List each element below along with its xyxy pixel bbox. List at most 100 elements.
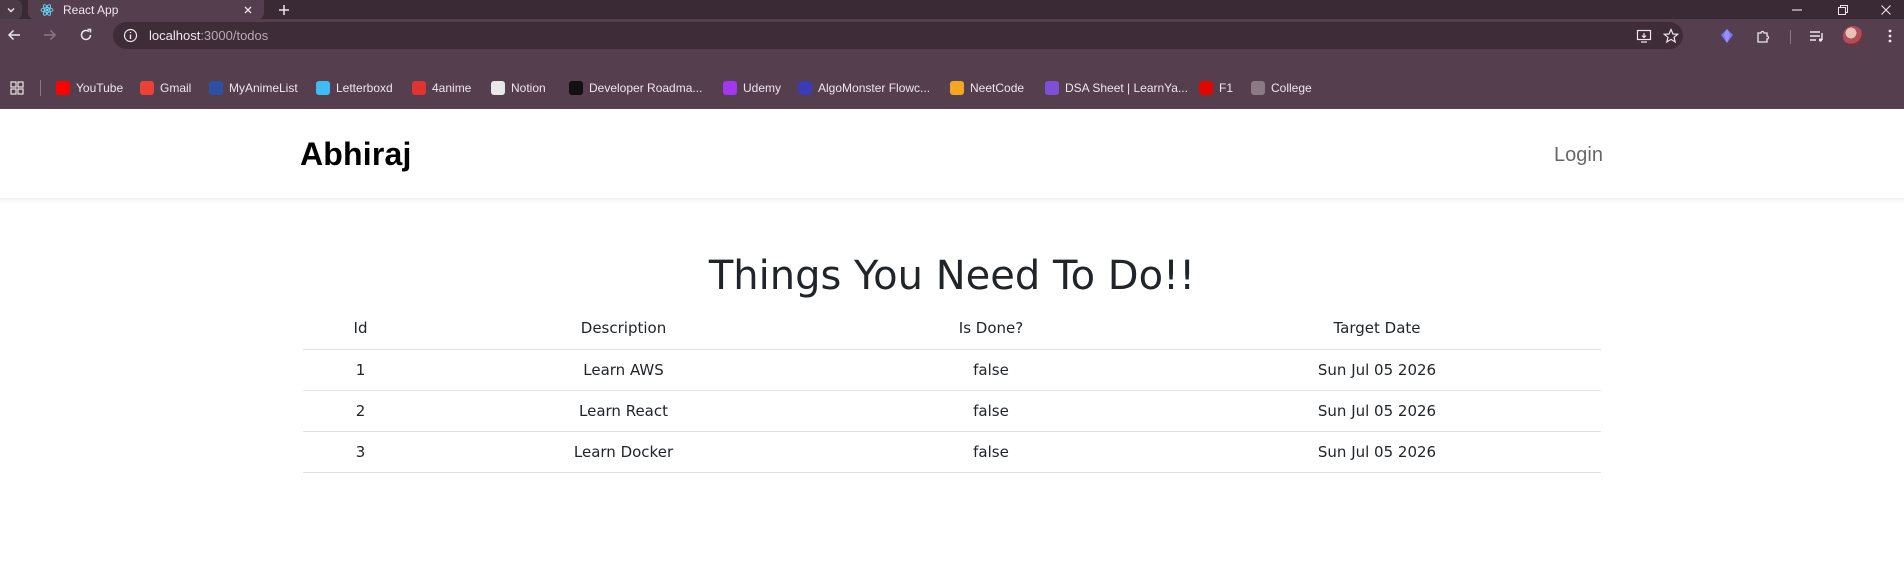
profile-avatar[interactable]: [1843, 26, 1863, 46]
tab-title: React App: [63, 2, 119, 17]
column-header-target-date: Target Date: [1153, 307, 1601, 350]
page-title: Things You Need To Do!!: [708, 253, 1196, 299]
bookmark-item[interactable]: NeetCode: [950, 79, 1024, 97]
apps-grid-icon[interactable]: [9, 80, 25, 96]
bookmark-label: Letterboxd: [336, 81, 393, 95]
tab-strip: React App: [0, 0, 1904, 19]
bookmark-item[interactable]: Gmail: [140, 79, 191, 97]
table-row: 2 Learn React false Sun Jul 05 2026: [303, 390, 1601, 432]
browser-toolbar: localhost:3000/todos: [0, 19, 1904, 51]
toolbar-separator: [1790, 30, 1791, 44]
page-content: Abhiraj Login Things You Need To Do!! Id…: [0, 109, 1904, 587]
bookmark-item[interactable]: DSA Sheet | LearnYa...: [1045, 79, 1188, 97]
address-bar[interactable]: localhost:3000/todos: [113, 22, 1683, 49]
bookmark-label: AlgoMonster Flowc...: [818, 81, 931, 95]
cell-description: Learn React: [418, 390, 829, 432]
url-path: :3000/todos: [200, 28, 269, 43]
cell-target-date: Sun Jul 05 2026: [1153, 349, 1601, 391]
install-app-icon[interactable]: [1635, 27, 1653, 45]
neetcode-icon: [950, 81, 964, 95]
bookmark-label: YouTube: [76, 81, 124, 95]
myanimelist-icon: [209, 81, 223, 95]
cell-is-done: false: [829, 390, 1153, 432]
gmail-icon: [140, 81, 154, 95]
new-tab-button[interactable]: [274, 0, 294, 19]
url-host: localhost: [149, 28, 201, 43]
close-window-button[interactable]: [1868, 0, 1904, 19]
reload-button[interactable]: [74, 24, 98, 46]
forward-button[interactable]: [38, 24, 62, 46]
learnyard-icon: [1045, 81, 1059, 95]
back-button[interactable]: [2, 24, 26, 46]
close-icon: [1881, 4, 1891, 15]
table-row: 3 Learn Docker false Sun Jul 05 2026: [303, 431, 1601, 473]
bookmark-item[interactable]: Udemy: [723, 79, 781, 97]
notion-icon: [491, 81, 505, 95]
arrow-left-icon: [7, 29, 20, 41]
arrow-right-icon: [44, 29, 57, 41]
login-link[interactable]: Login: [1554, 144, 1603, 167]
cell-id: 1: [303, 349, 418, 391]
bookmark-item[interactable]: AlgoMonster Flowc...: [798, 79, 930, 97]
extensions-puzzle-icon[interactable]: [1754, 26, 1774, 46]
table-header-row: Id Description Is Done? Target Date: [303, 307, 1601, 350]
cell-target-date: Sun Jul 05 2026: [1153, 431, 1601, 473]
cell-target-date: Sun Jul 05 2026: [1153, 390, 1601, 432]
bookmark-label: Udemy: [743, 81, 782, 95]
extension-gem-icon[interactable]: [1717, 26, 1737, 46]
bookmark-label: Developer Roadma...: [589, 81, 703, 95]
cell-description: Learn Docker: [418, 431, 829, 473]
react-icon: [40, 3, 54, 17]
chevron-down-icon: [7, 7, 15, 12]
cell-id: 2: [303, 390, 418, 432]
restore-button[interactable]: [1825, 0, 1861, 19]
letterboxd-icon: [316, 81, 330, 95]
cell-is-done: false: [829, 431, 1153, 473]
bookmark-label: DSA Sheet | LearnYa...: [1065, 81, 1188, 95]
restore-icon: [1838, 4, 1848, 15]
bookmarks-bar: YouTube Gmail MyAnimeList Letterboxd 4anime N…: [0, 51, 1904, 109]
tab-search-button[interactable]: [0, 0, 22, 19]
cell-description: Learn AWS: [418, 349, 829, 391]
udemy-icon: [723, 81, 737, 95]
reload-icon: [80, 28, 92, 41]
minimize-icon: [1792, 8, 1802, 11]
bookmark-item[interactable]: F1: [1199, 79, 1233, 97]
bookmark-label: 4anime: [432, 81, 472, 95]
bookmark-item[interactable]: College: [1251, 79, 1312, 97]
bookmark-label: NeetCode: [970, 81, 1025, 95]
bookmark-item[interactable]: Notion: [491, 79, 546, 97]
media-controls-icon[interactable]: [1807, 26, 1827, 46]
bookmark-item[interactable]: 4anime: [412, 79, 471, 97]
bookmark-item[interactable]: MyAnimeList: [209, 79, 298, 97]
bookmark-item[interactable]: YouTube: [56, 79, 123, 97]
roadmap-icon: [569, 81, 583, 95]
bookmark-item[interactable]: Letterboxd: [316, 79, 393, 97]
more-menu-icon[interactable]: [1880, 26, 1900, 46]
cell-is-done: false: [829, 349, 1153, 391]
url-text[interactable]: localhost:3000/todos: [149, 28, 268, 43]
site-info-icon[interactable]: [122, 27, 139, 44]
todos-table: Id Description Is Done? Target Date 1 Le…: [303, 307, 1601, 473]
bookmark-label: MyAnimeList: [229, 81, 298, 95]
bookmark-label: College: [1271, 81, 1312, 95]
bookmark-label: Gmail: [160, 81, 192, 95]
minimize-button[interactable]: [1779, 0, 1815, 19]
tab-close-icon[interactable]: [240, 2, 256, 18]
bookmark-item[interactable]: Developer Roadma...: [569, 79, 702, 97]
college-icon: [1251, 81, 1265, 95]
f1-icon: [1199, 81, 1213, 95]
bookmark-star-icon[interactable]: [1662, 27, 1680, 45]
bookmark-label: F1: [1219, 81, 1234, 95]
site-brand[interactable]: Abhiraj: [300, 136, 412, 173]
cell-id: 3: [303, 431, 418, 473]
table-row: 1 Learn AWS false Sun Jul 05 2026: [303, 349, 1601, 391]
navbar-divider: [0, 198, 1904, 204]
tab-react-app[interactable]: React App: [28, 0, 264, 19]
plus-icon: [279, 4, 289, 15]
site-navbar: Abhiraj Login: [0, 109, 1904, 199]
bookmark-label: Notion: [511, 81, 546, 95]
column-header-is-done: Is Done?: [829, 307, 1153, 350]
column-header-id: Id: [303, 307, 418, 350]
algomonster-icon: [798, 81, 812, 95]
